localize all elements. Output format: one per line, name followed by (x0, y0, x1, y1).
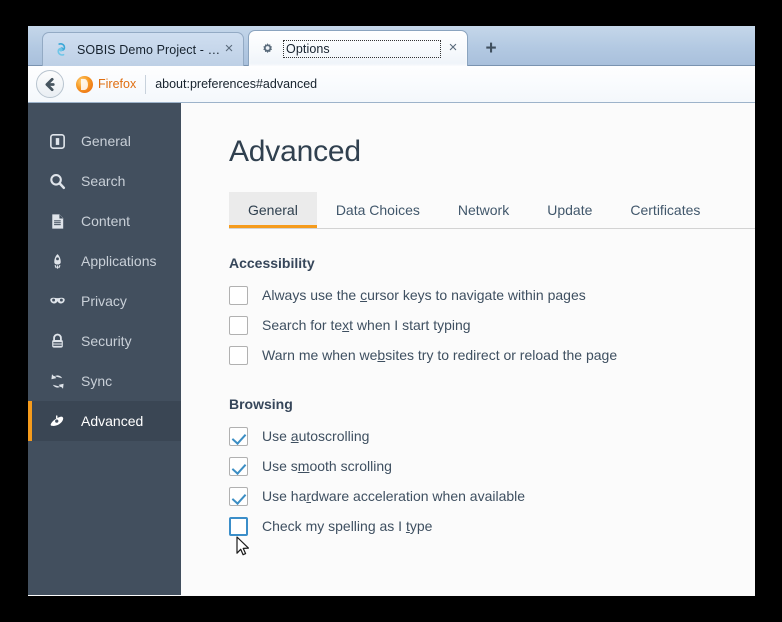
checkbox-row-smooth-scrolling[interactable]: Use smooth scrolling (229, 451, 755, 481)
section-browsing: Browsing Use autoscrolling Use smooth sc… (229, 396, 755, 541)
preferences-tab-row: General Data Choices Network Update Cert… (229, 192, 755, 229)
section-accessibility: Accessibility Always use the cursor keys… (229, 255, 755, 370)
gear-icon (259, 40, 276, 57)
browser-tab-strip: SOBIS Demo Project - PIRS ... × Options … (28, 26, 755, 66)
browser-tab-options[interactable]: Options × (248, 30, 468, 66)
tab-network[interactable]: Network (439, 192, 528, 228)
url-separator (145, 74, 147, 94)
checkbox-label: Warn me when websites try to redirect or… (262, 347, 618, 363)
checkbox-label: Use smooth scrolling (262, 458, 392, 474)
checkbox-cursor-keys[interactable] (229, 285, 248, 305)
sync-icon (46, 370, 68, 392)
sidebar-item-label: Applications (81, 253, 157, 269)
tab-close-icon[interactable]: × (445, 40, 461, 57)
checkbox-label: Search for text when I start typing (262, 317, 471, 333)
browser-tab-title: Options (283, 39, 441, 58)
back-arrow-icon (45, 77, 55, 91)
checkbox-search-on-type[interactable] (229, 315, 248, 335)
preferences-sidebar: General Search Content Applications Priv… (28, 103, 181, 595)
browser-tab-title: SOBIS Demo Project - PIRS ... (77, 42, 221, 57)
preferences-body: General Search Content Applications Priv… (28, 103, 755, 595)
checkbox-label: Always use the cursor keys to navigate w… (262, 287, 586, 303)
tab-data-choices[interactable]: Data Choices (317, 192, 439, 228)
sidebar-item-search[interactable]: Search (28, 161, 181, 201)
sidebar-item-label: Content (81, 213, 131, 229)
checkbox-row-spell-check[interactable]: Check my spelling as I type (229, 511, 755, 541)
checkbox-row-hardware-acceleration[interactable]: Use hardware acceleration when available (229, 481, 755, 511)
firefox-brand-label: Firefox (98, 77, 137, 91)
back-button[interactable] (36, 70, 64, 98)
tab-certificates[interactable]: Certificates (611, 192, 719, 228)
checkbox-warn-redirect[interactable] (229, 345, 248, 365)
preferences-content: Advanced General Data Choices Network Up… (181, 103, 755, 595)
checkbox-label: Use hardware acceleration when available (262, 488, 526, 504)
sidebar-item-general[interactable]: General (28, 121, 181, 161)
sidebar-item-privacy[interactable]: Privacy (28, 281, 181, 321)
search-icon (46, 170, 68, 192)
sidebar-item-label: General (81, 133, 131, 149)
checkbox-row-warn-redirect[interactable]: Warn me when websites try to redirect or… (229, 340, 755, 370)
checkbox-row-search-on-type[interactable]: Search for text when I start typing (229, 310, 755, 340)
sidebar-item-advanced[interactable]: Advanced (28, 401, 181, 441)
security-lock-icon (46, 330, 68, 352)
navigation-toolbar: Firefox about:preferences#advanced (28, 66, 755, 103)
url-text: about:preferences#advanced (155, 77, 318, 91)
browser-tab-sobis[interactable]: SOBIS Demo Project - PIRS ... × (42, 32, 244, 66)
tab-general[interactable]: General (229, 192, 317, 228)
sidebar-item-label: Search (81, 173, 126, 189)
sidebar-item-label: Advanced (81, 413, 144, 429)
browser-window: SOBIS Demo Project - PIRS ... × Options … (28, 26, 755, 596)
url-bar[interactable]: Firefox about:preferences#advanced (64, 66, 755, 102)
checkbox-row-cursor-keys[interactable]: Always use the cursor keys to navigate w… (229, 280, 755, 310)
advanced-flask-icon (46, 410, 68, 432)
sidebar-item-sync[interactable]: Sync (28, 361, 181, 401)
checkbox-autoscrolling[interactable] (229, 426, 248, 446)
content-icon (46, 210, 68, 232)
new-tab-button[interactable]: + (478, 38, 504, 62)
tab-update[interactable]: Update (528, 192, 611, 228)
sidebar-item-applications[interactable]: Applications (28, 241, 181, 281)
checkbox-smooth-scrolling[interactable] (229, 456, 248, 476)
tab-close-icon[interactable]: × (221, 41, 237, 58)
sidebar-item-label: Security (81, 333, 132, 349)
checkbox-label: Check my spelling as I type (262, 518, 433, 534)
applications-icon (46, 250, 68, 272)
checkbox-spell-check[interactable] (229, 516, 248, 536)
sidebar-item-content[interactable]: Content (28, 201, 181, 241)
checkbox-row-autoscrolling[interactable]: Use autoscrolling (229, 421, 755, 451)
sidebar-item-label: Privacy (81, 293, 127, 309)
general-icon (46, 130, 68, 152)
privacy-mask-icon (46, 290, 68, 312)
sidebar-item-label: Sync (81, 373, 113, 389)
firefox-logo-icon (76, 75, 93, 93)
sidebar-item-security[interactable]: Security (28, 321, 181, 361)
section-title: Accessibility (229, 255, 315, 271)
checkbox-label: Use autoscrolling (262, 428, 370, 444)
sobis-favicon (53, 41, 70, 58)
section-title: Browsing (229, 396, 293, 412)
page-title: Advanced (229, 135, 361, 168)
checkbox-hardware-acceleration[interactable] (229, 486, 248, 506)
